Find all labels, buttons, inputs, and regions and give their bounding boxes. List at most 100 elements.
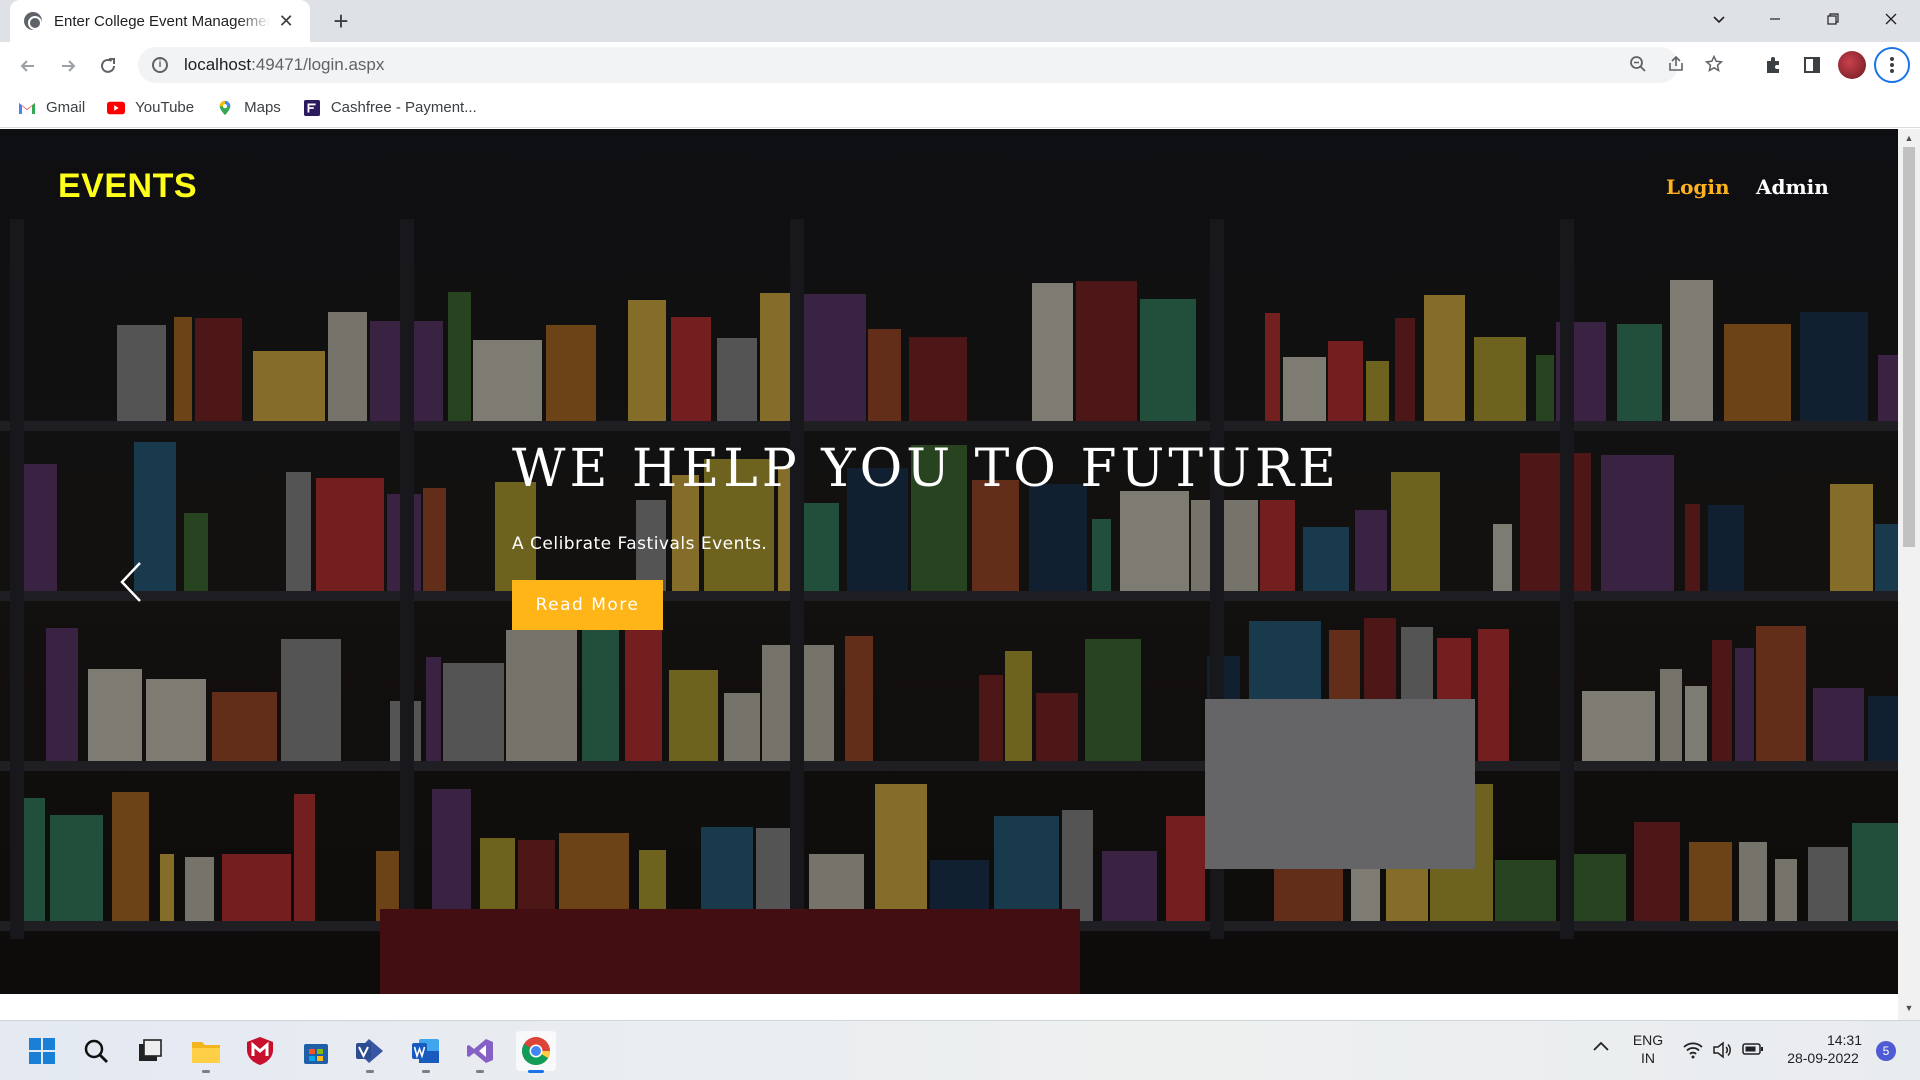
reload-button[interactable] <box>92 50 124 82</box>
address-bar[interactable]: i localhost:49471/login.aspx <box>138 47 1724 83</box>
hero-subline: A Celibrate Fastivals Events. <box>512 534 768 554</box>
bookmark-label: Cashfree - Payment... <box>330 99 477 116</box>
language-indicator[interactable]: ENG IN <box>1630 1031 1666 1067</box>
notification-badge[interactable]: 5 <box>1876 1041 1896 1061</box>
restore-button[interactable] <box>1808 0 1858 38</box>
search-icon <box>84 1039 108 1063</box>
profile-avatar[interactable] <box>1838 51 1866 79</box>
zoom-icon[interactable] <box>1628 55 1648 75</box>
side-panel-icon[interactable] <box>1799 52 1825 78</box>
bookmark-gmail[interactable]: Gmail <box>18 99 85 116</box>
close-window-button[interactable] <box>1866 0 1916 38</box>
url-host: localhost <box>184 55 252 74</box>
restore-icon <box>1827 13 1839 25</box>
mcafee-button[interactable] <box>240 1031 280 1071</box>
gmail-icon <box>19 102 35 114</box>
youtube-icon <box>107 101 126 114</box>
scroll-down-arrow-icon[interactable]: ▼ <box>1904 1003 1914 1013</box>
hero-headline: WE HELP YOU TO FUTURE <box>512 439 1340 499</box>
task-view-icon <box>139 1039 162 1061</box>
browser-tab[interactable]: Enter College Event Management ✕ <box>10 0 310 42</box>
windows-taskbar: ENG IN 14:31 28-09-2022 5 <box>0 1020 1920 1080</box>
scroll-up-arrow-icon[interactable]: ▲ <box>1904 133 1914 143</box>
task-view-button[interactable] <box>130 1031 170 1071</box>
carousel-prev-button[interactable] <box>116 559 146 605</box>
show-hidden-icons-button[interactable] <box>1592 1039 1610 1057</box>
arrow-right-icon <box>62 60 76 72</box>
bookmarks-bar: Gmail YouTube Maps Cashfree - Payment... <box>0 88 1920 128</box>
language-code: ENG <box>1632 1032 1664 1048</box>
mcafee-shield-icon <box>247 1037 273 1065</box>
scrollbar-thumb[interactable] <box>1903 147 1915 547</box>
extensions-icon[interactable] <box>1760 52 1786 78</box>
chevron-down-icon <box>1713 16 1725 24</box>
running-indicator <box>476 1070 484 1073</box>
visio-icon <box>356 1039 383 1063</box>
visio-button[interactable] <box>350 1031 390 1073</box>
chrome-icon <box>522 1037 550 1065</box>
forward-button[interactable] <box>52 50 84 82</box>
tab-title: Enter College Event Management <box>54 12 271 30</box>
reload-icon <box>101 58 115 73</box>
read-more-button[interactable]: Read More <box>512 580 663 630</box>
hero-overlay <box>0 129 1898 994</box>
visual-studio-button[interactable] <box>460 1031 500 1073</box>
running-indicator <box>202 1070 210 1073</box>
page-viewport: EVENTS Login Admin WE HELP YOU TO FUTURE… <box>0 129 1920 1020</box>
url-path: :49471/login.aspx <box>251 55 385 74</box>
arrow-left-icon <box>20 60 34 72</box>
tab-strip: Enter College Event Management ✕ + <box>0 0 1920 42</box>
bookmark-youtube[interactable]: YouTube <box>107 99 194 116</box>
battery-icon <box>1742 1043 1763 1055</box>
bookmark-label: Maps <box>244 99 281 116</box>
microsoft-store-button[interactable] <box>296 1031 336 1071</box>
clock[interactable]: 14:31 28-09-2022 <box>1780 1031 1866 1067</box>
hero-carousel: EVENTS Login Admin WE HELP YOU TO FUTURE… <box>0 129 1898 994</box>
close-tab-button[interactable]: ✕ <box>276 11 296 32</box>
running-indicator <box>422 1070 430 1073</box>
clock-date: 28-09-2022 <box>1787 1050 1859 1066</box>
file-explorer-button[interactable] <box>186 1031 226 1073</box>
bookmark-label: Gmail <box>46 99 86 116</box>
battery-button[interactable] <box>1742 1042 1764 1060</box>
site-logo[interactable]: EVENTS <box>58 167 197 206</box>
back-button[interactable] <box>12 50 44 82</box>
bookmark-label: YouTube <box>135 99 195 116</box>
nav-admin-link[interactable]: Admin <box>1756 175 1829 199</box>
bookmark-star-icon[interactable] <box>1704 54 1724 75</box>
taskbar-search-button[interactable] <box>76 1031 116 1071</box>
maps-pin-icon <box>219 100 231 115</box>
bookmark-maps[interactable]: Maps <box>216 99 281 116</box>
page-scrollbar[interactable]: ▲ ▼ <box>1898 129 1920 1020</box>
browser-toolbar: i localhost:49471/login.aspx <box>0 42 1920 88</box>
site-info-icon[interactable]: i <box>152 57 168 73</box>
minimize-icon <box>1770 18 1780 20</box>
close-icon <box>1885 13 1897 25</box>
nav-login-link[interactable]: Login <box>1666 175 1730 199</box>
store-bag-icon <box>304 1044 328 1064</box>
globe-icon <box>24 12 42 30</box>
word-button[interactable] <box>406 1031 446 1073</box>
clock-time: 14:31 <box>1826 1032 1862 1048</box>
windows-start-icon <box>29 1038 55 1064</box>
visual-studio-icon <box>467 1039 493 1063</box>
folder-icon <box>192 1042 220 1063</box>
running-indicator <box>528 1070 544 1073</box>
network-status-button[interactable] <box>1683 1041 1703 1063</box>
new-tab-button[interactable]: + <box>326 6 356 36</box>
running-indicator <box>366 1070 374 1073</box>
bookmark-cashfree[interactable]: Cashfree - Payment... <box>303 99 477 116</box>
region-code: IN <box>1641 1050 1655 1066</box>
chevron-left-icon <box>120 562 141 602</box>
start-button[interactable] <box>22 1031 62 1071</box>
share-icon[interactable] <box>1666 55 1686 75</box>
chrome-button[interactable] <box>516 1031 556 1073</box>
chevron-up-icon <box>1593 1041 1609 1051</box>
more-vertical-icon <box>1890 57 1894 73</box>
speaker-icon <box>1713 1041 1731 1059</box>
browser-menu-button[interactable] <box>1874 47 1910 83</box>
volume-button[interactable] <box>1712 1041 1732 1063</box>
tab-search-button[interactable] <box>1694 0 1744 38</box>
minimize-button[interactable] <box>1750 0 1800 38</box>
word-icon <box>412 1039 439 1063</box>
